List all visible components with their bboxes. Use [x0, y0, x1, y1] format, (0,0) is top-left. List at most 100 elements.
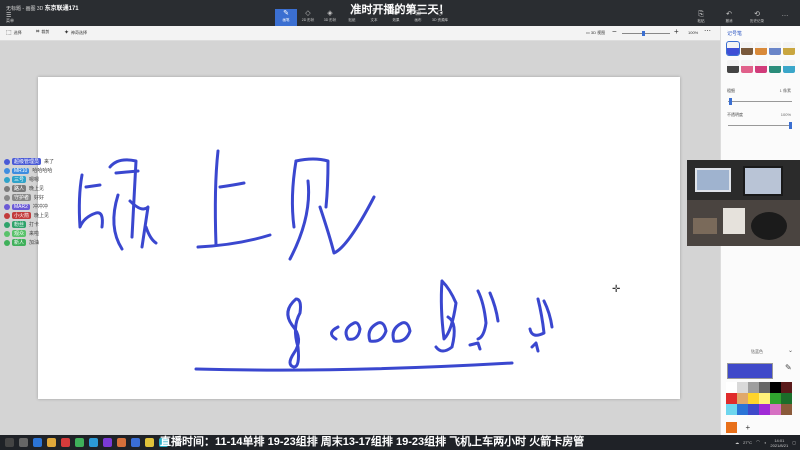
magic-select-button[interactable]: ✦ 神奇选择 [64, 29, 87, 36]
color-swatch[interactable] [737, 393, 748, 404]
taskbar-app-icon[interactable] [33, 438, 42, 447]
clock[interactable]: 14:01 2021/8/21 [770, 438, 788, 448]
drawing-canvas[interactable] [38, 77, 680, 399]
chat-username: 守护者 [12, 194, 32, 201]
chat-text: 打卡 [29, 222, 40, 228]
pixel-pen-brush[interactable] [783, 42, 795, 55]
ink-stroke [114, 169, 140, 175]
chat-message: 新人 加油 [4, 238, 94, 247]
taskbar-app-icon[interactable] [61, 438, 70, 447]
selected-color-swatch[interactable] [727, 363, 773, 379]
color-swatch[interactable] [759, 404, 770, 415]
ink-stroke [196, 233, 272, 249]
taskbar-app-icon[interactable] [5, 438, 14, 447]
color-swatch[interactable] [737, 404, 748, 415]
thickness-slider-thumb[interactable] [729, 98, 733, 105]
zoom-slider-thumb[interactable] [642, 31, 646, 36]
color-swatch[interactable] [770, 382, 781, 393]
color-swatch[interactable] [759, 382, 770, 393]
paste-button[interactable]: ⎘ 粘贴 [690, 10, 712, 24]
tab-brushes[interactable]: ✎ 画笔 [275, 9, 297, 26]
zoom-in-button[interactable]: + [674, 27, 679, 36]
opacity-value: 100% [780, 112, 791, 117]
taskbar-app-icon[interactable] [117, 438, 126, 447]
color-swatch[interactable] [759, 393, 770, 404]
more-options-icon[interactable]: ⋯ [704, 27, 711, 35]
color-swatch[interactable] [781, 404, 792, 415]
taskbar-app-icon[interactable] [75, 438, 84, 447]
chat-username: 路人 [12, 185, 27, 192]
color-swatch[interactable] [770, 404, 781, 415]
custom-color-swatch[interactable] [726, 422, 737, 434]
clock-date: 2021/8/21 [770, 442, 789, 448]
thickness-slider[interactable] [728, 98, 792, 105]
chat-message: 路人 晚上见 [4, 184, 94, 193]
chat-username: MAR2 [12, 203, 30, 210]
tab-label: 3D 形状 [323, 18, 337, 22]
chat-message: MR10 哈哈哈哈 [4, 166, 94, 175]
select-button[interactable]: ⬚ 选择 [6, 29, 22, 36]
zoom-out-button[interactable]: − [612, 27, 617, 36]
taskbar-app-icon[interactable] [89, 438, 98, 447]
color-swatch[interactable] [748, 404, 759, 415]
chat-username: 三号 [12, 176, 27, 183]
opacity-slider-thumb[interactable] [789, 122, 792, 129]
taskbar-app-icon[interactable] [131, 438, 140, 447]
eyedropper-icon[interactable]: ✎ [785, 363, 792, 372]
chevron-down-icon[interactable]: ⌄ [788, 347, 793, 354]
taskbar-app-icon[interactable] [103, 438, 112, 447]
fill-brush[interactable] [783, 60, 795, 73]
app-title-text: 无标题 - 画图 3D [6, 6, 44, 12]
taskbar-app-icon[interactable] [145, 438, 154, 447]
color-swatch[interactable] [748, 382, 759, 393]
opacity-slider[interactable] [728, 122, 792, 129]
more-button[interactable]: … [774, 10, 796, 24]
zoom-slider[interactable] [622, 31, 670, 36]
crayon-brush[interactable] [755, 60, 767, 73]
calligraphy-pen-brush[interactable] [741, 42, 753, 55]
brush-icon: ✎ [283, 10, 289, 17]
ink-stroke [391, 321, 412, 343]
chat-avatar [4, 239, 10, 246]
watercolor-brush[interactable] [769, 42, 781, 55]
color-swatch[interactable] [737, 382, 748, 393]
chat-message: 观众 来啦 [4, 229, 94, 238]
color-swatch[interactable] [726, 404, 737, 415]
color-swatch[interactable] [781, 382, 792, 393]
color-swatch[interactable] [726, 393, 737, 404]
color-swatch[interactable] [781, 393, 792, 404]
chat-message: 三号 嗯嗯 [4, 175, 94, 184]
brush-panel-title: 记号笔 [727, 31, 743, 37]
chat-text: 来啦 [29, 231, 40, 237]
history-icon: ⟲ [754, 11, 760, 18]
oil-brush[interactable] [755, 42, 767, 55]
webcam-image [687, 160, 800, 246]
undo-button[interactable]: ↶ 撤消 [718, 10, 740, 24]
taskbar-app-icon[interactable] [19, 438, 28, 447]
notification-icon[interactable]: ▢ [792, 440, 796, 445]
3d-view-toggle[interactable]: ▭ 3D 视图 [586, 30, 605, 36]
spray-can-brush[interactable] [769, 60, 781, 73]
ink-stroke [218, 181, 246, 189]
chat-username: 粉丝 [12, 221, 27, 228]
tab-label: 画布 [414, 18, 422, 22]
taskbar-app-icon[interactable] [47, 438, 56, 447]
thickness-label: 粗细 [727, 88, 735, 93]
eraser-brush[interactable] [741, 60, 753, 73]
color-swatch[interactable] [748, 393, 759, 404]
volume-icon[interactable]: ◖ [764, 440, 766, 445]
add-color-icon[interactable]: + [745, 423, 750, 432]
chat-text: 晚上见 [29, 186, 45, 192]
color-swatch[interactable] [726, 382, 737, 393]
menu-label[interactable]: 菜单 [6, 18, 14, 24]
marker-brush[interactable] [726, 41, 740, 56]
3d-view-label: 3D 视图 [590, 30, 606, 35]
history-button[interactable]: ⟲ 历史记录 [746, 10, 768, 24]
color-swatch[interactable] [770, 393, 781, 404]
crop-button[interactable]: ⌗ 裁剪 [36, 29, 49, 36]
ink-stroke [112, 193, 124, 251]
tab-label: 效果 [392, 18, 400, 22]
ink-stroke [286, 297, 302, 369]
pencil-brush[interactable] [727, 60, 739, 73]
network-icon[interactable]: ⌒ [756, 440, 760, 446]
